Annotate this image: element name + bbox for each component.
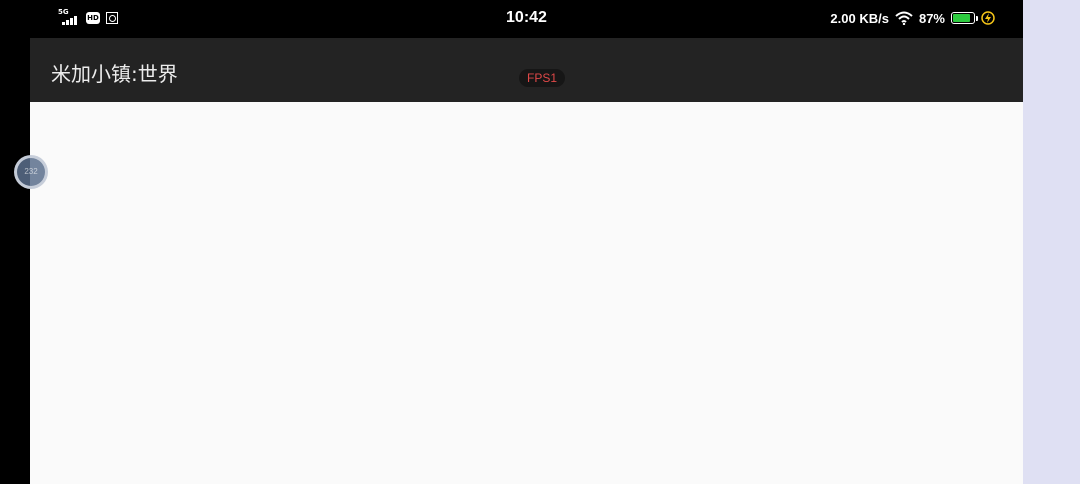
net-speed: 2.00 KB/s bbox=[830, 10, 889, 26]
floating-assistant-button[interactable]: 232 bbox=[14, 155, 48, 189]
battery-percent: 87% bbox=[918, 10, 945, 26]
page-title: 米加小镇:世界 bbox=[51, 62, 178, 86]
fps-badge: FPS1 bbox=[519, 69, 566, 87]
status-bar: 5G HD 10:42 2.00 KB/s 87% bbox=[0, 0, 1023, 38]
battery-icon bbox=[951, 12, 978, 24]
wifi-icon bbox=[895, 11, 913, 25]
app-bar: 米加小镇:世界 FPS1 bbox=[30, 38, 1023, 102]
screen: 5G HD 10:42 2.00 KB/s 87% 米加小镇:世界 FPS1 2… bbox=[0, 0, 1080, 484]
side-panel bbox=[1023, 0, 1080, 484]
main-content bbox=[30, 102, 1023, 484]
charging-icon bbox=[981, 11, 995, 25]
status-icons-right: 2.00 KB/s 87% bbox=[830, 10, 995, 26]
